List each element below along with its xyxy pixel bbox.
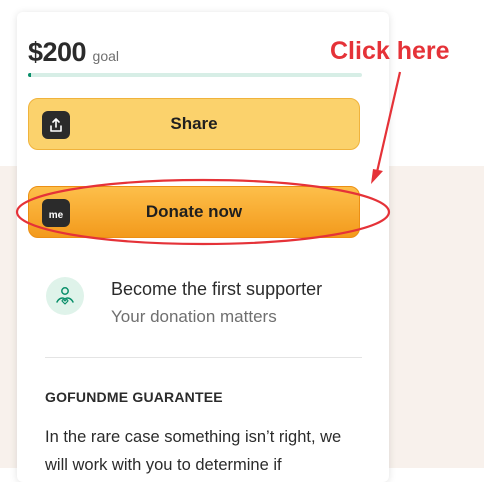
annotation-highlight-ellipse — [15, 178, 391, 246]
annotation-label: Click here — [330, 37, 450, 65]
annotation-arrow-line — [375, 71, 402, 173]
annotation-arrowhead — [371, 169, 383, 184]
annotation-overlay — [15, 71, 402, 246]
